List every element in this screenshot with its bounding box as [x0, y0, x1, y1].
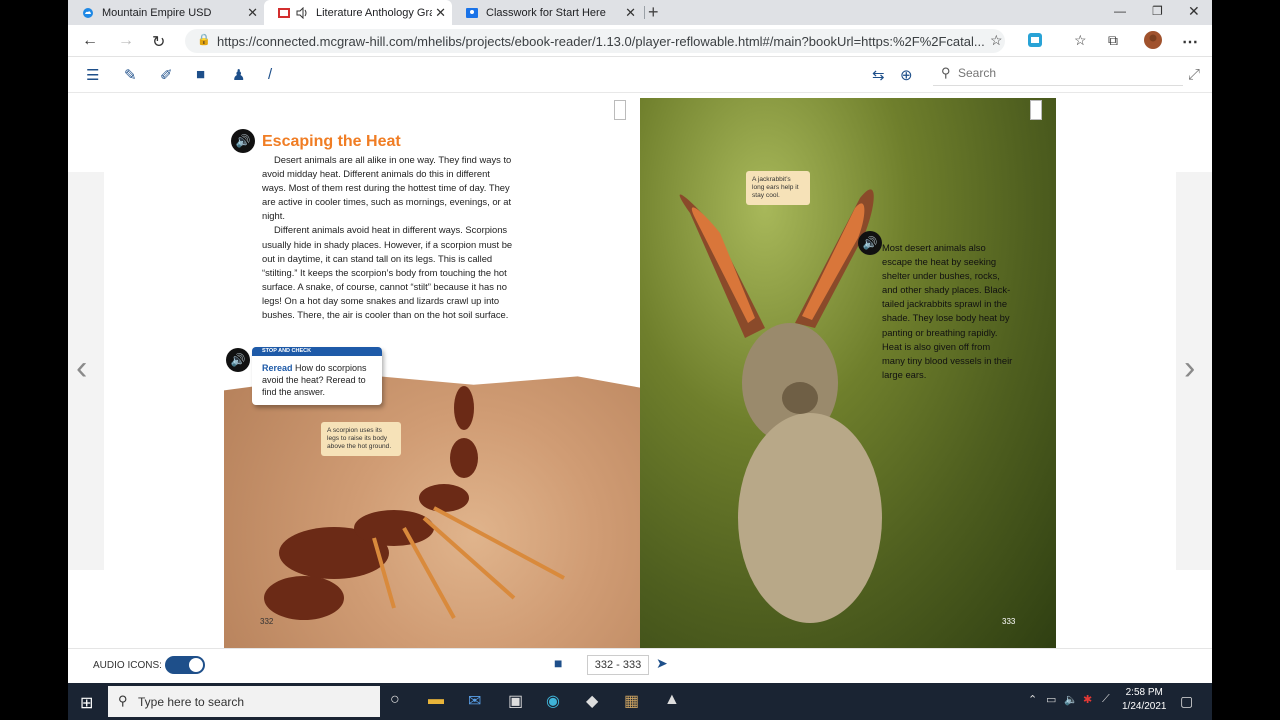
- address-bar-row: ← → ↻ 🔒 https://connected.mcgraw-hill.co…: [68, 25, 1212, 57]
- reread-label: Reread: [262, 363, 293, 373]
- stop-and-check-header: STOP AND CHECK: [252, 347, 382, 356]
- audio-icons-toggle[interactable]: [165, 656, 205, 674]
- minimize-button[interactable]: —: [1114, 4, 1126, 18]
- clock-time: 2:58 PM: [1125, 687, 1163, 698]
- profile-avatar[interactable]: [1144, 31, 1162, 54]
- favorite-star-icon[interactable]: ☆: [990, 32, 1003, 49]
- forward-icon[interactable]: →: [118, 32, 134, 50]
- right-body-text: Most desert animals also escape the heat…: [882, 242, 1013, 380]
- stop-and-check-box: STOP AND CHECK Reread How do scorpions a…: [252, 347, 382, 405]
- clock-date: 1/24/2021: [1122, 701, 1167, 712]
- jackrabbit-caption: A jackrabbit’s long ears help it stay co…: [746, 171, 810, 205]
- browser-window: Mountain Empire USD ✕ Literature Antholo…: [68, 0, 1212, 720]
- taskbar-search-text: Type here to search: [138, 695, 245, 709]
- back-icon[interactable]: ←: [82, 32, 98, 50]
- windows-taskbar: ⊞ ⚲ Type here to search ○ ▬ ✉ ▣ ◉ ◆ ▦ ▲ …: [68, 683, 1212, 720]
- toggle-knob: [189, 658, 203, 672]
- file-explorer-icon[interactable]: ▬: [428, 691, 444, 709]
- store-icon[interactable]: ▣: [508, 691, 523, 711]
- fullscreen-icon[interactable]: ⤢: [1188, 66, 1200, 83]
- annotate-icon[interactable]: /: [268, 66, 272, 83]
- search-icon: ⚲: [118, 693, 128, 708]
- network-icon[interactable]: ⟋: [1102, 693, 1110, 706]
- notebook-icon[interactable]: ■: [196, 66, 205, 83]
- audio-play-icon[interactable]: 🔊: [226, 348, 250, 372]
- reader-toolbar: ☰ ✎ ✐ ■ ♟ / ⇆ ⊕ ⚲ ⤢: [68, 58, 1212, 93]
- paragraph: Different animals avoid heat in differen…: [262, 224, 513, 321]
- more-menu-icon[interactable]: ⋯: [1182, 32, 1198, 52]
- bookmark-icon[interactable]: [614, 100, 626, 120]
- mail-icon[interactable]: ✉: [468, 691, 481, 711]
- search-box: ⚲: [933, 62, 1183, 86]
- pen-icon[interactable]: ✐: [160, 66, 173, 84]
- cloud-icon: [82, 7, 94, 19]
- url-text[interactable]: https://connected.mcgraw-hill.com/mhelib…: [217, 34, 985, 49]
- app-tray-icon[interactable]: ✱: [1083, 693, 1092, 706]
- body-text: Desert animals are all alike in one way.…: [262, 153, 514, 322]
- audio-play-icon[interactable]: 🔊: [858, 231, 882, 255]
- page-heading: Escaping the Heat: [262, 133, 401, 150]
- app-icon[interactable]: ◆: [586, 691, 598, 711]
- favorites-icon[interactable]: ☆: [1074, 32, 1087, 49]
- system-clock[interactable]: 2:58 PM 1/24/2021: [1122, 686, 1167, 714]
- fit-width-icon[interactable]: ⇆: [872, 66, 885, 84]
- tab-label: Classwork for Start Here: [486, 6, 606, 19]
- page-number: 332: [260, 617, 274, 626]
- close-icon[interactable]: ✕: [625, 5, 636, 21]
- tab-mountain-empire[interactable]: Mountain Empire USD ✕: [68, 0, 264, 25]
- app-icon[interactable]: ▲: [664, 691, 680, 709]
- audio-icons-label: AUDIO ICONS:: [93, 660, 162, 671]
- lock-icon: 🔒: [197, 34, 211, 46]
- new-tab-button[interactable]: +: [648, 2, 659, 23]
- windows-start-icon[interactable]: ⊞: [80, 693, 93, 713]
- tab-literature-anthology[interactable]: Literature Anthology Grade ✕: [264, 0, 452, 25]
- search-icon: ⚲: [941, 65, 951, 80]
- ebook-viewer: ‹ › 🔊 Escaping the Heat Desert animals a…: [68, 94, 1212, 648]
- zoom-in-icon[interactable]: ⊕: [900, 66, 913, 84]
- tab-classwork[interactable]: Classwork for Start Here ✕: [452, 0, 642, 25]
- page-number: 333: [1002, 617, 1016, 626]
- go-arrow-icon[interactable]: ➤: [656, 655, 668, 672]
- show-hidden-icons[interactable]: ⌃: [1028, 693, 1037, 706]
- app-icon[interactable]: ▦: [624, 691, 639, 711]
- collections-icon[interactable]: ⧉: [1108, 32, 1118, 49]
- stop-and-check-body: Reread How do scorpions avoid the heat? …: [252, 356, 382, 404]
- book-icon: [278, 7, 290, 19]
- book-page-left: 🔊 Escaping the Heat Desert animals are a…: [224, 98, 640, 648]
- restore-button[interactable]: ❐: [1152, 4, 1163, 18]
- bookmark-icon[interactable]: [1030, 100, 1042, 120]
- tab-label: Mountain Empire USD: [102, 6, 212, 19]
- volume-icon[interactable]: 🔈: [1064, 693, 1078, 706]
- edge-icon[interactable]: ◉: [546, 691, 560, 711]
- tab-divider: [644, 6, 645, 19]
- page-view-icon[interactable]: ■: [554, 655, 562, 671]
- book-page-right: A jackrabbit’s long ears help it stay co…: [640, 98, 1056, 648]
- speaker-icon: [296, 6, 308, 19]
- close-icon[interactable]: ✕: [247, 5, 258, 21]
- close-icon[interactable]: ✕: [435, 5, 446, 21]
- chevron-right-icon[interactable]: ›: [1184, 349, 1195, 388]
- page-number-input[interactable]: 332 - 333: [587, 655, 649, 675]
- tab-label: Literature Anthology Grade: [316, 6, 432, 19]
- cortana-icon[interactable]: ○: [390, 691, 400, 709]
- highlighter-icon[interactable]: ✎: [124, 66, 137, 84]
- reader-footer: AUDIO ICONS: ■ 332 - 333 ➤: [68, 648, 1212, 682]
- notifications-icon[interactable]: ▢: [1180, 693, 1193, 710]
- search-input[interactable]: [958, 66, 1158, 80]
- refresh-icon[interactable]: ↻: [152, 32, 165, 52]
- taskbar-search[interactable]: ⚲ Type here to search: [108, 686, 380, 717]
- tab-strip: Mountain Empire USD ✕ Literature Antholo…: [68, 0, 1212, 25]
- close-window-button[interactable]: ✕: [1188, 3, 1200, 20]
- scorpion-photo: [224, 373, 640, 648]
- paragraph: Desert animals are all alike in one way.…: [262, 154, 512, 222]
- extension-icon[interactable]: [1028, 33, 1042, 52]
- classroom-icon: [466, 7, 478, 19]
- meet-now-icon[interactable]: ▭: [1046, 693, 1056, 706]
- user-settings-icon[interactable]: ♟: [232, 66, 245, 84]
- scorpion-caption: A scorpion uses its legs to raise its bo…: [321, 422, 401, 456]
- table-of-contents-icon[interactable]: ☰: [86, 66, 99, 84]
- chevron-left-icon[interactable]: ‹: [76, 349, 87, 388]
- audio-play-icon[interactable]: 🔊: [231, 129, 255, 153]
- address-bar[interactable]: 🔒 https://connected.mcgraw-hill.com/mhel…: [185, 29, 1005, 53]
